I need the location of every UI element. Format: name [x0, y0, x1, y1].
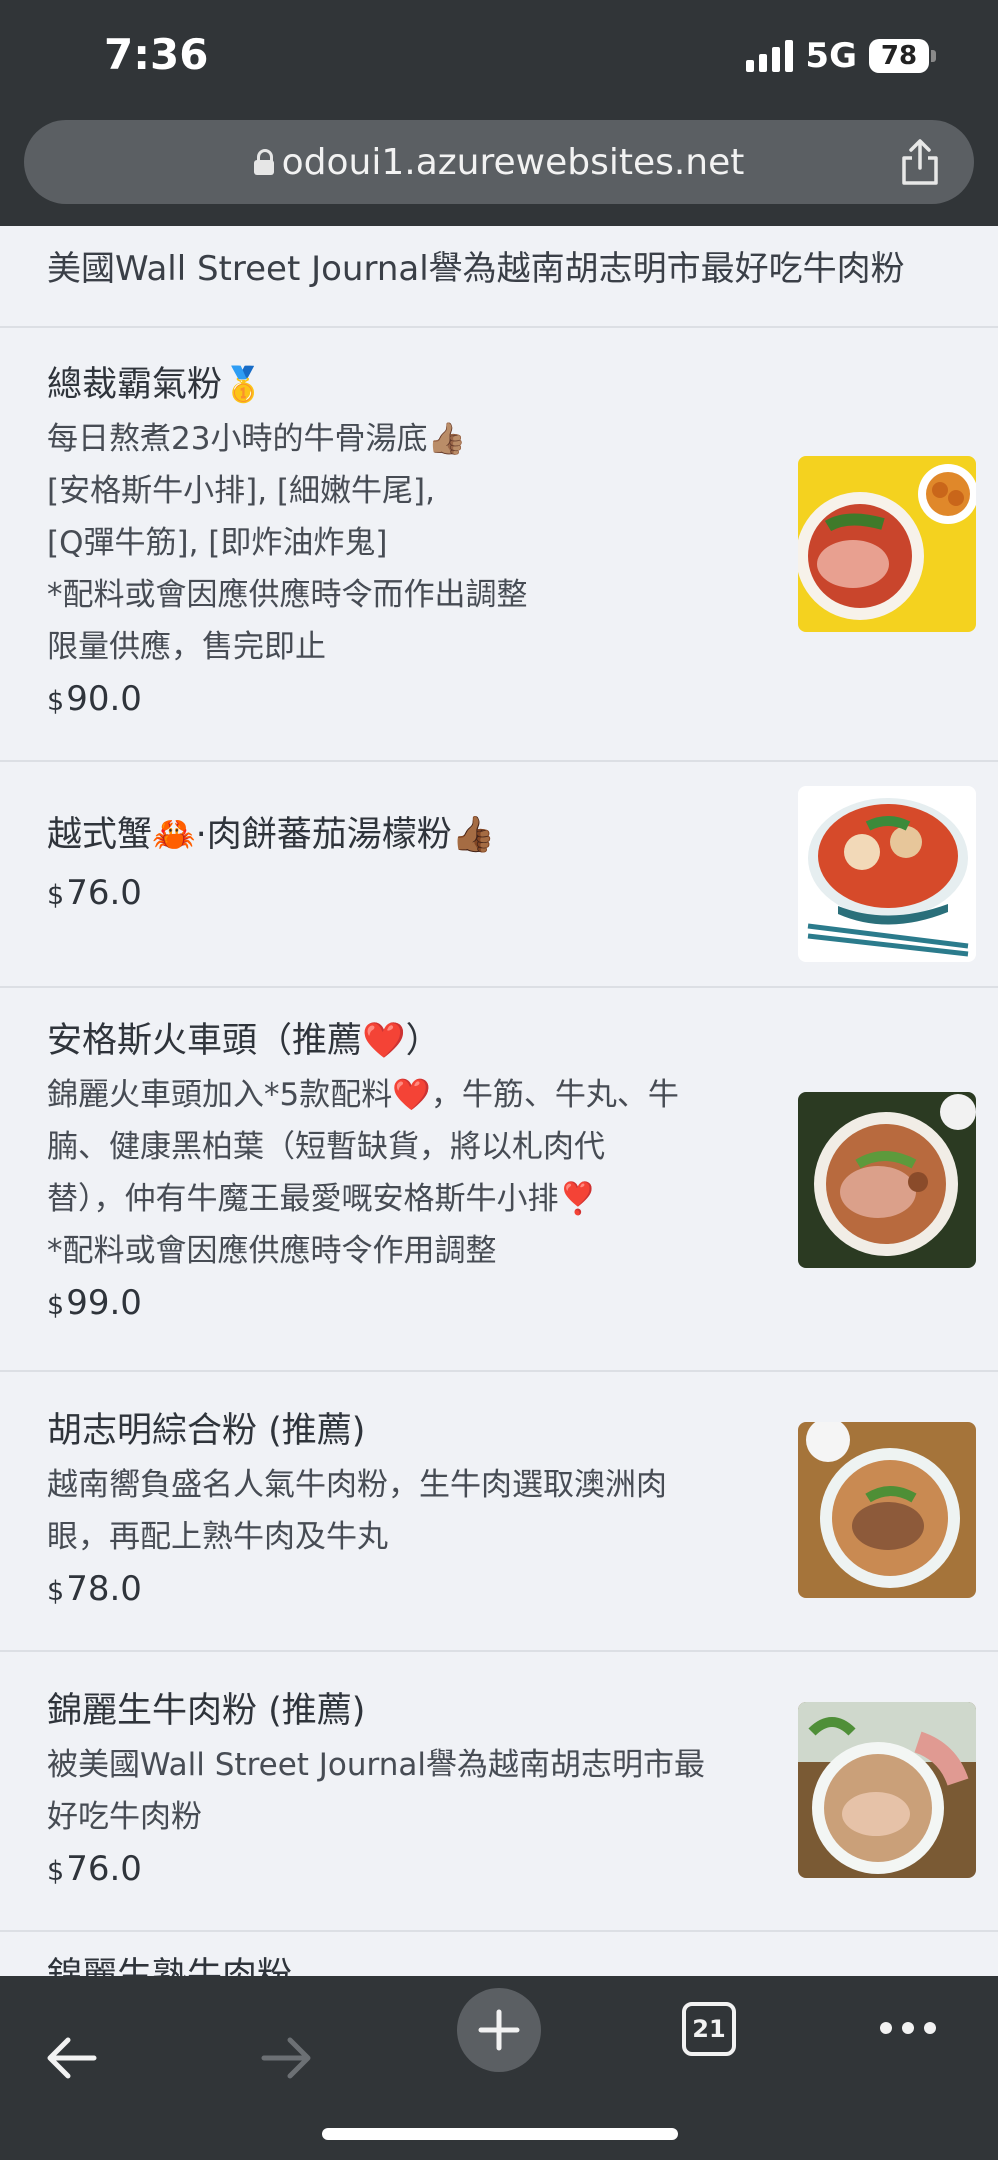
- menu-intro-text: 美國Wall Street Journal譽為越南胡志明市最好吃牛肉粉: [0, 226, 998, 328]
- item-photo[interactable]: [798, 1092, 976, 1268]
- menu-item-angus-special[interactable]: 安格斯火車頭（推薦❤️） 錦麗火車頭加入*5款配料❤️，牛筋、牛丸、牛 腩、健康…: [0, 988, 998, 1372]
- item-photo[interactable]: [798, 456, 976, 632]
- plus-icon[interactable]: [457, 1988, 541, 2072]
- more-icon[interactable]: [878, 2016, 938, 2040]
- item-price: $90.0: [47, 679, 142, 719]
- menu-item-crab-tomato-noodle[interactable]: 越式蟹🦀·肉餅蕃茄湯檬粉👍🏾 $76.0: [0, 762, 998, 988]
- cellular-signal-icon: [746, 40, 794, 72]
- battery-icon: 78: [869, 39, 936, 73]
- item-title: 總裁霸氣粉🥇: [47, 365, 265, 405]
- home-indicator[interactable]: [322, 2128, 678, 2140]
- menu-list: 美國Wall Street Journal譽為越南胡志明市最好吃牛肉粉 總裁霸氣…: [0, 226, 998, 1932]
- partial-next-item-title[interactable]: 錦麗生熟牛肉粉: [47, 1952, 547, 1976]
- gold-medal-icon: 🥇: [222, 365, 265, 405]
- back-arrow-icon[interactable]: [42, 2028, 102, 2088]
- tabs-icon[interactable]: 21: [682, 2002, 736, 2056]
- item-photo[interactable]: [798, 1422, 976, 1598]
- menu-item-raw-beef-pho[interactable]: 錦麗生牛肉粉 (推薦) 被美國Wall Street Journal譽為越南胡志…: [0, 1652, 998, 1932]
- battery-level: 78: [869, 39, 929, 73]
- item-photo[interactable]: [798, 1702, 976, 1878]
- item-price: $99.0: [47, 1283, 142, 1323]
- status-time: 7:36: [104, 30, 209, 79]
- url-text[interactable]: odoui1.azurewebsites.net: [282, 142, 745, 183]
- tab-count: 21: [692, 2015, 726, 2043]
- lock-icon: [253, 149, 274, 175]
- network-type: 5G: [805, 36, 857, 76]
- browser-top-chrome: 7:36 5G 78 odoui1.azurewebsites.net: [0, 0, 998, 226]
- item-title: 安格斯火車頭（推薦❤️）: [47, 1021, 441, 1061]
- address-bar[interactable]: odoui1.azurewebsites.net: [24, 120, 974, 204]
- forward-arrow-icon[interactable]: [256, 2028, 316, 2088]
- item-photo[interactable]: [798, 786, 976, 962]
- menu-item-hcmc-combo[interactable]: 胡志明綜合粉 (推薦) 越南嚮負盛名人氣牛肉粉，生牛肉選取澳洲肉 眼，再配上熟牛…: [0, 1372, 998, 1652]
- share-icon[interactable]: [898, 138, 942, 186]
- status-indicators: 5G 78: [746, 36, 936, 76]
- menu-item-president-pho[interactable]: 總裁霸氣粉🥇 每日熬煮23小時的牛骨湯底👍🏽 [安格斯牛小排], [細嫩牛尾],…: [0, 328, 998, 762]
